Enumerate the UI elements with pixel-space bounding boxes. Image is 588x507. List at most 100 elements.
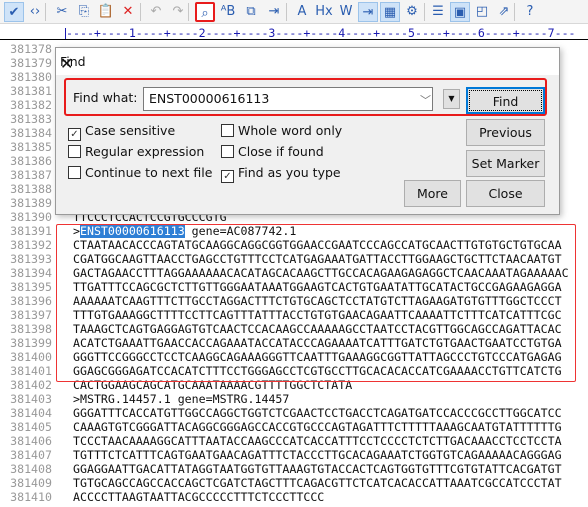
- line-number: 381408: [10, 462, 52, 476]
- option-label: Regular expression: [85, 144, 205, 159]
- editor-line[interactable]: 381409 TGTGCAGCCAGCCACCAGCTCGATCTAGCTTTCA…: [0, 476, 588, 490]
- editor-line[interactable]: 381407 TGTTTCTCATTTCAGTGAATGAACAGATTTCTAC…: [0, 448, 588, 462]
- dialog-titlebar: Find ✕: [56, 48, 559, 75]
- line-number: 381379: [10, 56, 52, 70]
- line-number: 381404: [10, 406, 52, 420]
- toolbar-separator: [45, 3, 46, 21]
- find-what-input[interactable]: ENST00000616113: [143, 87, 433, 111]
- option-whole-word-only[interactable]: Whole word only: [221, 123, 342, 139]
- close-icon[interactable]: ✕: [60, 54, 551, 73]
- checkbox[interactable]: [68, 166, 81, 179]
- hex-icon[interactable]: Hx: [314, 2, 334, 22]
- line-number: 381389: [10, 196, 52, 210]
- word-wrap-icon[interactable]: W: [336, 2, 356, 22]
- toolbar-separator: [514, 3, 515, 21]
- option-label: Find as you type: [238, 165, 341, 180]
- cut-icon[interactable]: ✂: [52, 2, 72, 22]
- set-marker-button[interactable]: Set Marker: [466, 150, 545, 177]
- copy-icon[interactable]: ⎘: [74, 2, 94, 22]
- redo-icon[interactable]: ↷: [168, 2, 188, 22]
- column-mode-icon[interactable]: ▦: [380, 2, 400, 22]
- line-number: 381402: [10, 378, 52, 392]
- line-number: 381388: [10, 182, 52, 196]
- checkbox[interactable]: [221, 124, 234, 137]
- find-dialog: Find ✕ Find what: ENST00000616113 ﹀ ▼ Fi…: [55, 47, 560, 215]
- line-number: 381407: [10, 448, 52, 462]
- find-button[interactable]: Find: [466, 87, 545, 114]
- line-number: 381378: [10, 42, 52, 56]
- delete-icon[interactable]: ✕: [118, 2, 138, 22]
- help-icon[interactable]: ?: [520, 2, 540, 22]
- list-icon[interactable]: ☰: [428, 2, 448, 22]
- undo-icon[interactable]: ↶: [146, 2, 166, 22]
- option-regular-expression[interactable]: Regular expression: [68, 144, 204, 160]
- editor-line[interactable]: 381404 GGGATTTCACCATGTTGGCCAGGCTGGTCTCGAA…: [0, 406, 588, 420]
- more-button[interactable]: More: [404, 180, 461, 207]
- option-case-sensitive[interactable]: ✓ Case sensitive: [68, 123, 175, 141]
- checkbox[interactable]: [68, 145, 81, 158]
- html-tag-icon[interactable]: ‹›: [25, 2, 45, 22]
- line-number: 381394: [10, 266, 52, 280]
- chevron-down-icon[interactable]: ﹀: [420, 92, 431, 108]
- line-number: 381383: [10, 112, 52, 126]
- toolbar-separator: [140, 3, 141, 21]
- previous-button[interactable]: Previous: [466, 119, 545, 146]
- editor-line[interactable]: 381406 TCCCTAACAAAAGGCATTTAATACCAAGCCCATC…: [0, 434, 588, 448]
- line-number: 381409: [10, 476, 52, 490]
- line-number: 381390: [10, 210, 52, 224]
- line-text: GGGATTTCACCATGTTGGCCAGGCTGGTCTCGAACTCCTG…: [73, 406, 562, 420]
- line-number: 381387: [10, 168, 52, 182]
- panel-icon[interactable]: ▣: [450, 2, 470, 22]
- history-dropdown-button[interactable]: ▼: [443, 89, 460, 109]
- option-label: Whole word only: [238, 123, 343, 138]
- line-text: GGAGGAATTGACATTATAGGTAATGGTGTTAAAGTGTACC…: [73, 462, 562, 476]
- line-number: 381400: [10, 350, 52, 364]
- spellcheck-icon[interactable]: ✔: [4, 2, 24, 22]
- editor-line[interactable]: 381405 CAAAGTGTCGGGATTACAGGCGGGAGCCACCGTG…: [0, 420, 588, 434]
- option-continue-to-next-file[interactable]: Continue to next file: [68, 165, 212, 181]
- line-number: 381399: [10, 336, 52, 350]
- line-number: 381401: [10, 364, 52, 378]
- editor-line[interactable]: 381408 GGAGGAATTGACATTATAGGTAATGGTGTTAAAG…: [0, 462, 588, 476]
- find-in-files-icon[interactable]: ⧉: [241, 2, 261, 22]
- option-find-as-you-type[interactable]: ✓ Find as you type: [221, 165, 341, 183]
- line-number: 381405: [10, 420, 52, 434]
- line-number: 381382: [10, 98, 52, 112]
- line-number: 381385: [10, 140, 52, 154]
- line-text: >MSTRG.14457.1 gene=MSTRG.14457: [73, 392, 290, 406]
- line-number: 381393: [10, 252, 52, 266]
- option-label: Continue to next file: [85, 165, 213, 180]
- line-number: 381386: [10, 154, 52, 168]
- line-number: 381395: [10, 280, 52, 294]
- checkbox[interactable]: ✓: [221, 170, 234, 183]
- goto-line-icon[interactable]: ⇥: [264, 2, 284, 22]
- paste-icon[interactable]: 📋: [96, 2, 116, 22]
- find-icon[interactable]: ⌕: [195, 2, 215, 22]
- replace-icon[interactable]: ᴬB: [218, 2, 238, 22]
- line-number: 381396: [10, 294, 52, 308]
- line-number: 381391: [10, 224, 52, 238]
- line-number: 381380: [10, 70, 52, 84]
- editor-line[interactable]: 381403 >MSTRG.14457.1 gene=MSTRG.14457: [0, 392, 588, 406]
- match-highlight-box: [56, 224, 576, 382]
- line-numbers-icon[interactable]: ⇥: [358, 2, 378, 22]
- option-close-if-found[interactable]: Close if found: [221, 144, 324, 160]
- toolbar-separator: [188, 3, 189, 21]
- line-number: 381406: [10, 434, 52, 448]
- export-icon[interactable]: ⇗: [494, 2, 514, 22]
- close-button[interactable]: Close: [466, 180, 545, 207]
- line-number: 381410: [10, 490, 52, 504]
- find-what-label: Find what:: [73, 90, 138, 105]
- browser-icon[interactable]: ◰: [472, 2, 492, 22]
- line-text: TGTTTCTCATTTCAGTGAATGAACAGATTTCTACCCTTGC…: [73, 448, 562, 462]
- toolbar-separator: [286, 3, 287, 21]
- editor-line[interactable]: 381410 ACCCCTTAAGTAATTACGCCCCCTTTCTCCCTTC…: [0, 490, 588, 504]
- checkbox[interactable]: [221, 145, 234, 158]
- line-number: 381381: [10, 84, 52, 98]
- font-icon[interactable]: A: [292, 2, 312, 22]
- settings-icon[interactable]: ⚙: [402, 2, 422, 22]
- checkbox[interactable]: ✓: [68, 128, 81, 141]
- line-text: CAAAGTGTCGGGATTACAGGCGGGAGCCACCGTGCCCAGT…: [73, 420, 562, 434]
- line-number: 381384: [10, 126, 52, 140]
- toolbar: ✔ ‹› ✂ ⎘ 📋 ✕ ↶ ↷ ⌕ ᴬB ⧉ ⇥ A Hx W ⇥ ▦ ⚙ ☰ ▣ ◰ ⇗?: [0, 0, 588, 24]
